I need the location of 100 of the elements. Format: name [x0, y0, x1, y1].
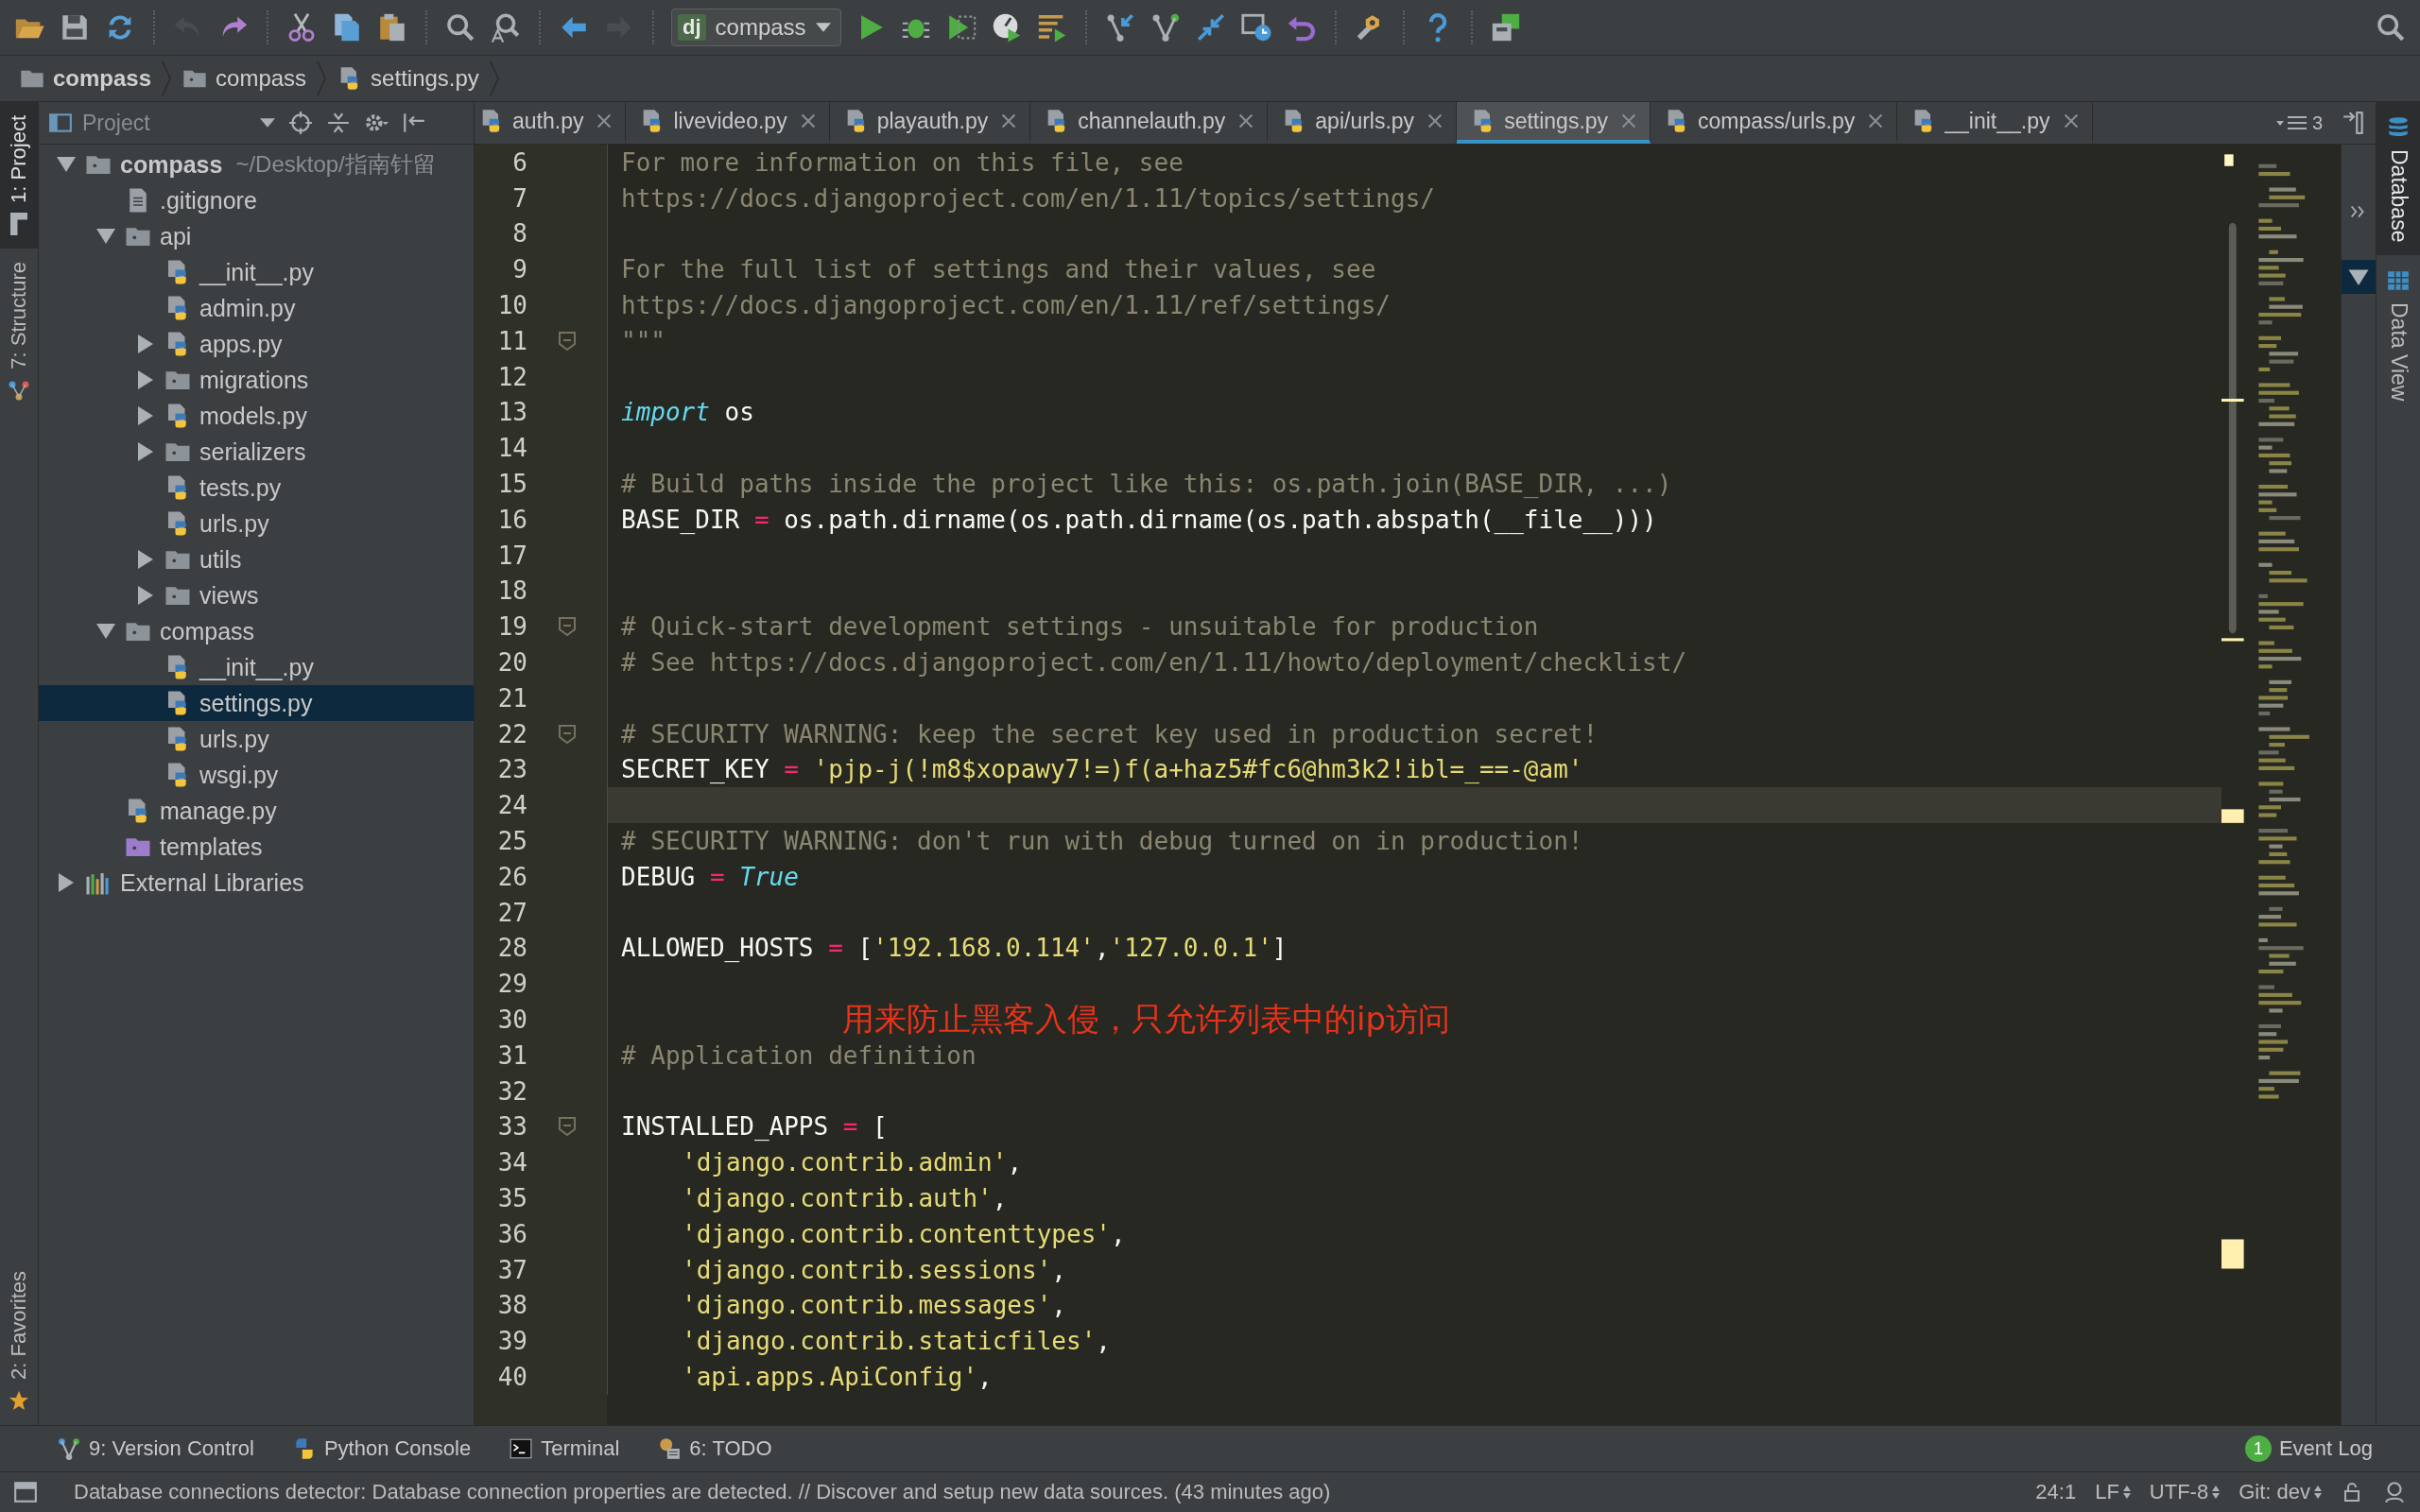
collapse-all-icon[interactable] — [326, 111, 351, 135]
tree-item[interactable]: urls.py — [39, 721, 474, 757]
fold-marker-icon[interactable] — [558, 1116, 577, 1138]
tree-item[interactable]: admin.py — [39, 290, 474, 326]
branch-icon — [57, 1436, 81, 1461]
tree-item[interactable]: serializers — [39, 434, 474, 470]
project-view-dropdown[interactable]: Project — [48, 110, 275, 136]
tool-window-tab[interactable]: Database — [2377, 102, 2420, 256]
expanded-arrow-icon[interactable] — [96, 622, 115, 641]
git-branch-selector[interactable]: Git: dev — [2238, 1480, 2322, 1504]
editor-tab[interactable]: settings.py — [1457, 102, 1651, 144]
pin-icon[interactable] — [2342, 111, 2366, 135]
tool-window-button[interactable]: Python Console — [291, 1436, 472, 1461]
caret-position[interactable]: 24:1 — [2035, 1480, 2077, 1504]
line-number: 8 — [511, 219, 527, 249]
tool-window-button[interactable]: 9: Version Control — [57, 1436, 254, 1461]
tool-window-tab[interactable]: 2: Favorites — [0, 1258, 38, 1425]
tree-item[interactable]: migrations — [39, 362, 474, 398]
close-icon[interactable] — [596, 113, 613, 129]
line-number: 24 — [496, 791, 527, 820]
search-icon[interactable] — [2375, 11, 2407, 43]
history-icon[interactable] — [1239, 11, 1272, 43]
editor-tab[interactable]: auth.py — [475, 102, 627, 144]
expanded-arrow-icon[interactable] — [96, 227, 115, 246]
editor-tab[interactable]: channelauth.py — [1030, 102, 1269, 144]
breadcrumb[interactable]: compass — [15, 65, 156, 92]
tree-item-label: compass — [160, 617, 255, 645]
tool-window-tab[interactable]: 1: Project — [0, 102, 38, 249]
line-number: 37 — [496, 1255, 527, 1284]
editor-tab[interactable]: livevideo.py — [626, 102, 830, 144]
editor-tab[interactable]: api/urls.py — [1268, 102, 1458, 144]
line-number: 15 — [496, 470, 527, 499]
tab-list-button[interactable]: 3 — [2266, 102, 2332, 144]
collapsed-arrow-icon[interactable] — [138, 442, 153, 461]
editor-tab[interactable]: __init__.py — [1897, 102, 2093, 144]
tree-item-label: settings.py — [199, 689, 313, 717]
expanded-arrow-icon[interactable] — [57, 155, 76, 174]
close-icon[interactable] — [1238, 113, 1254, 129]
tool-window-tab[interactable]: 7: Structure — [0, 248, 38, 415]
tree-item-label: urls.py — [199, 509, 269, 538]
breadcrumb[interactable]: compass — [178, 65, 311, 92]
collapsed-arrow-icon[interactable] — [138, 335, 153, 353]
code-line: # Application definition — [620, 1040, 977, 1070]
tree-item[interactable]: models.py — [39, 398, 474, 434]
tool-window-button[interactable]: 6: TODO — [657, 1436, 772, 1461]
tool-window-tab[interactable]: Data View — [2377, 255, 2420, 415]
close-icon[interactable] — [800, 113, 816, 129]
locate-icon[interactable] — [288, 111, 313, 135]
tool-window-button[interactable]: Terminal — [509, 1436, 620, 1461]
fold-marker-icon[interactable] — [558, 723, 577, 745]
tree-item[interactable]: .gitignore — [39, 182, 474, 218]
tree-item[interactable]: views — [39, 577, 474, 613]
tree-item[interactable]: urls.py — [39, 506, 474, 541]
tree-item[interactable]: External Libraries — [39, 865, 474, 901]
line-number: 25 — [496, 827, 527, 856]
search-icon[interactable] — [444, 11, 476, 43]
close-icon[interactable] — [1868, 113, 1884, 129]
tree-item[interactable]: templates — [39, 829, 474, 865]
tree-item[interactable]: compass ~/Desktop/指南针留 — [39, 146, 474, 182]
close-icon[interactable] — [1001, 113, 1017, 129]
code-line: BASE_DIR = os.path.dirname(os.path.dirname(os.path.abspath(__file__))) — [620, 505, 1657, 534]
code-line: import os — [620, 398, 754, 427]
tree-item[interactable]: apps.py — [39, 326, 474, 362]
tree-item-label: migrations — [199, 366, 309, 394]
encoding-selector[interactable]: UTF-8 — [2149, 1480, 2221, 1504]
line-number: 19 — [496, 612, 527, 642]
run-configuration-dropdown[interactable]: dj compass — [671, 9, 841, 46]
collapsed-arrow-icon[interactable] — [138, 550, 153, 569]
collapsed-arrow-icon[interactable] — [138, 370, 153, 389]
todo-icon — [657, 1436, 683, 1461]
panel-toggle-icon[interactable] — [13, 1480, 38, 1504]
tree-item[interactable]: tests.py — [39, 470, 474, 506]
line-number: 38 — [496, 1291, 527, 1320]
tree-item[interactable]: compass — [39, 613, 474, 649]
tree-item[interactable]: __init__.py — [39, 254, 474, 290]
hide-panel-icon[interactable] — [402, 111, 426, 135]
close-icon[interactable] — [2063, 113, 2079, 129]
tree-item[interactable]: manage.py — [39, 793, 474, 829]
close-icon[interactable] — [1427, 113, 1443, 129]
tree-item-label: templates — [160, 833, 263, 861]
tree-item[interactable]: settings.py — [39, 685, 474, 721]
event-log-button[interactable]: 1 Event Log — [2244, 1435, 2373, 1462]
search-replace-icon[interactable] — [490, 11, 522, 43]
tree-item[interactable]: wsgi.py — [39, 757, 474, 793]
code-line: 'django.contrib.auth', — [681, 1184, 1008, 1212]
code-line: INSTALLED_APPS = [ — [620, 1112, 888, 1142]
line-separator-selector[interactable]: LF — [2095, 1480, 2131, 1504]
fold-marker-icon[interactable] — [558, 330, 577, 352]
collapsed-arrow-icon[interactable] — [59, 873, 74, 892]
tree-item[interactable]: utils — [39, 541, 474, 577]
editor-tab[interactable]: playauth.py — [829, 102, 1031, 144]
breadcrumb[interactable]: settings.py — [333, 65, 483, 92]
collapsed-arrow-icon[interactable] — [138, 586, 153, 605]
collapsed-arrow-icon[interactable] — [138, 406, 153, 425]
tree-item[interactable]: __init__.py — [39, 649, 474, 685]
fold-marker-icon[interactable] — [558, 616, 577, 638]
line-number: 35 — [496, 1184, 527, 1212]
caret-icon — [260, 118, 275, 128]
tree-item[interactable]: api — [39, 218, 474, 254]
editor-tab[interactable]: compass/urls.py — [1651, 102, 1898, 144]
